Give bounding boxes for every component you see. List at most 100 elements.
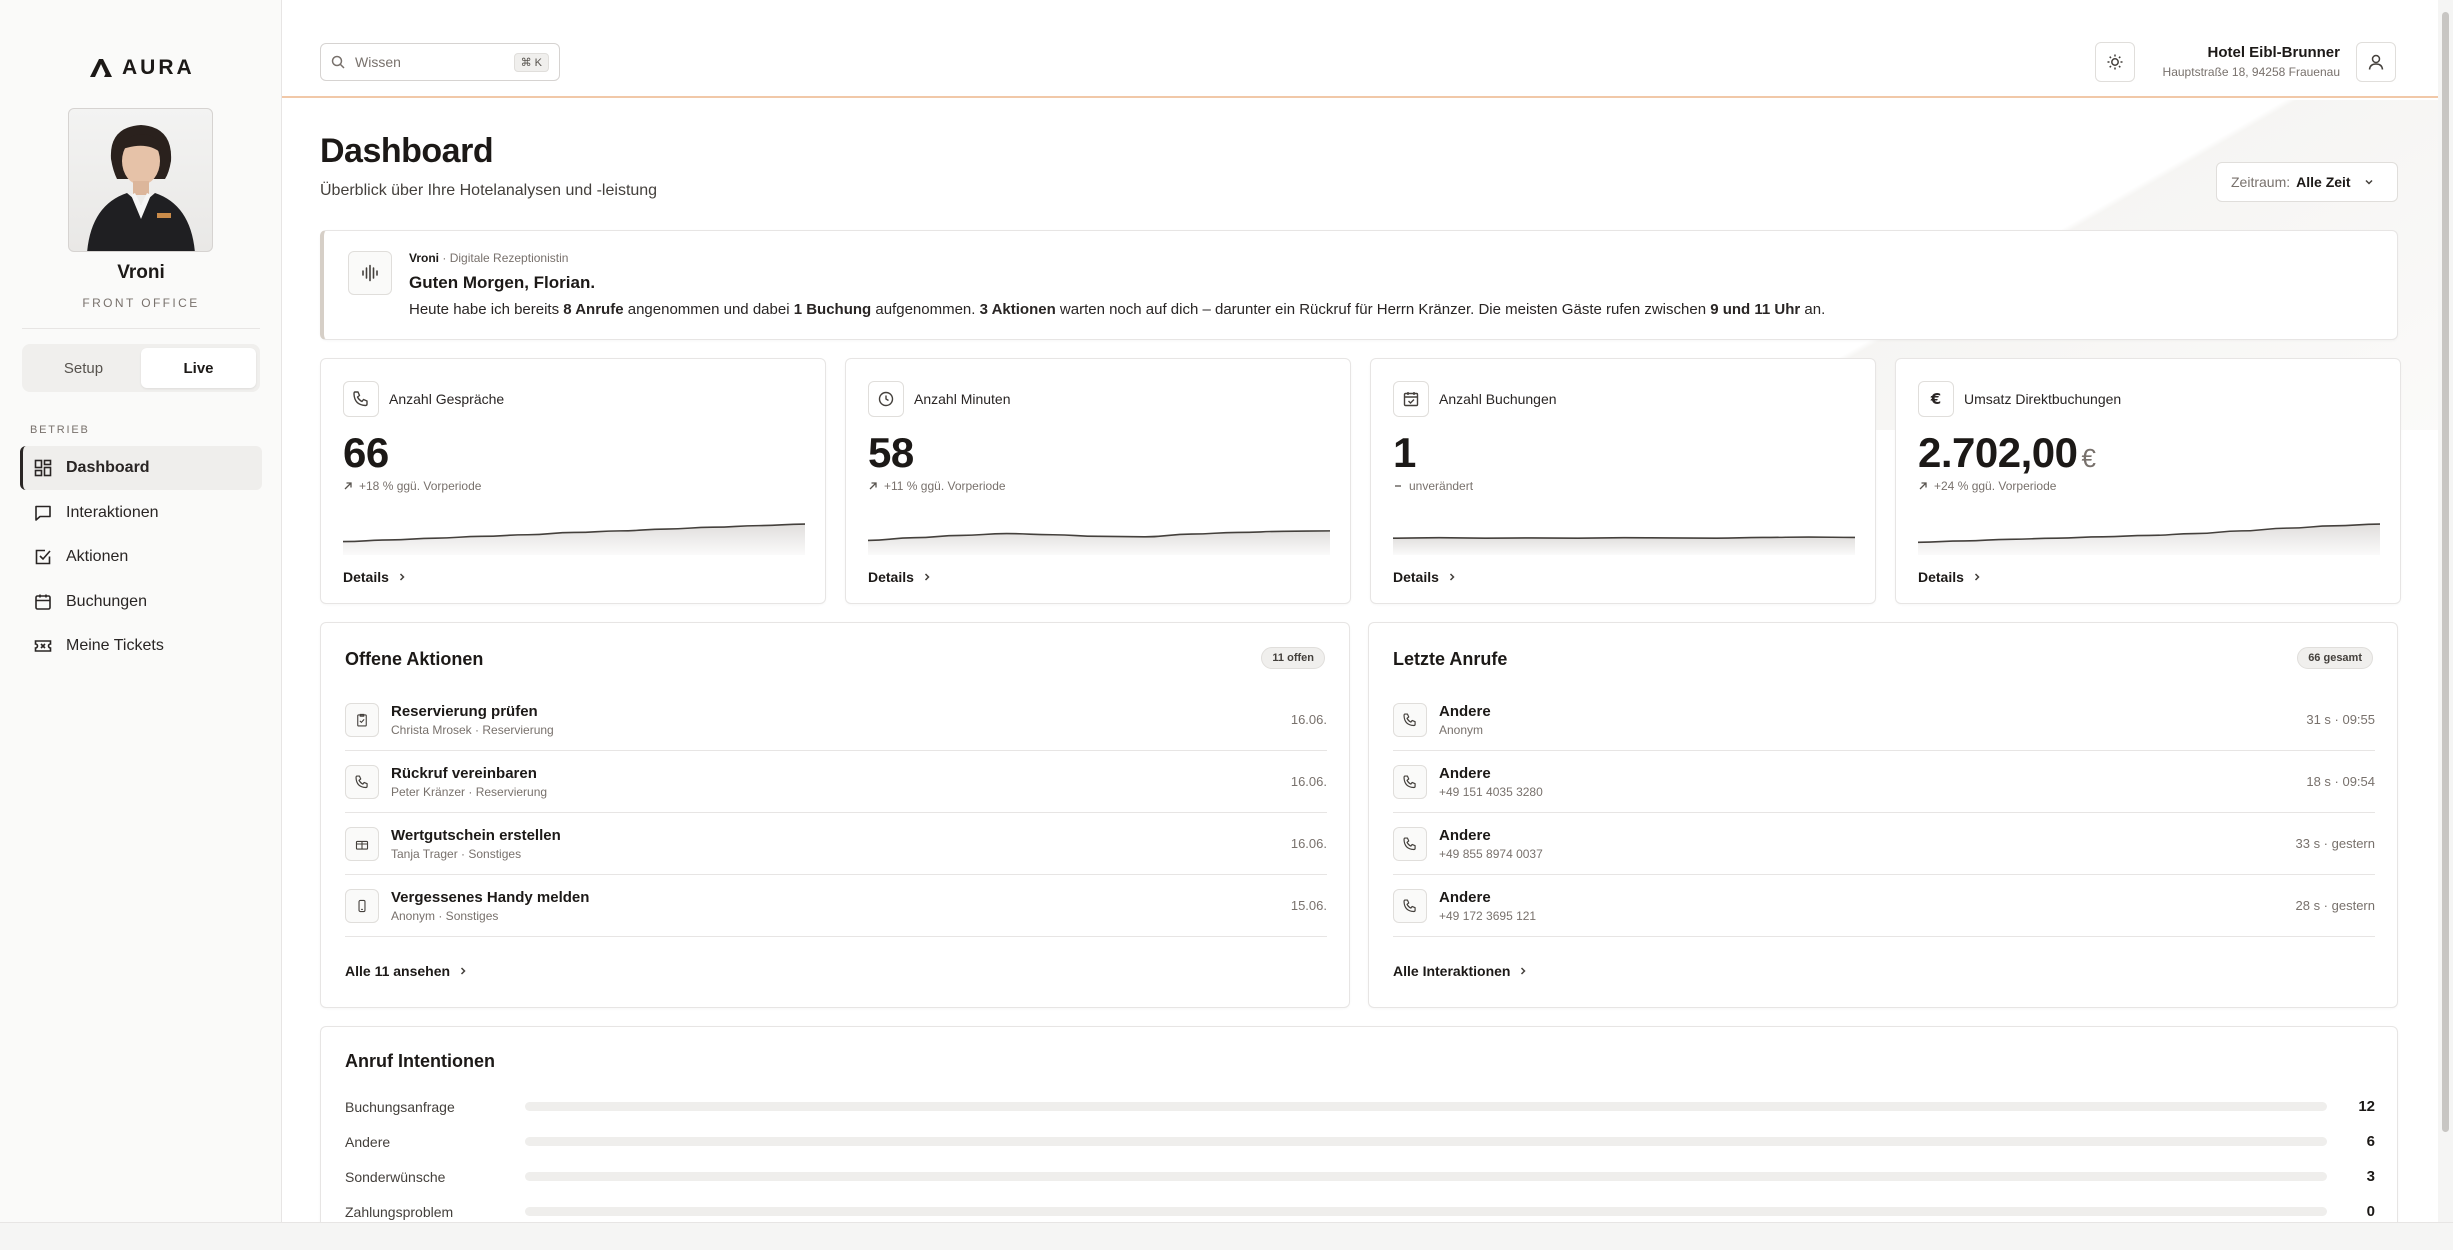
kpi-change: +24 % ggü. Vorperiode — [1918, 479, 2056, 493]
call-row[interactable]: Andere +49 172 3695 121 28 s · gestern — [1393, 875, 2375, 937]
row-meta: 18 s · 09:54 — [2306, 774, 2375, 789]
kpi-value: 1 — [1393, 429, 1416, 477]
calendar-check-icon — [1393, 381, 1429, 417]
sidebar-divider — [22, 328, 260, 329]
kpi-details-link[interactable]: Details — [868, 569, 932, 585]
row-subtitle: Christa Mrosek · Reservierung — [391, 722, 554, 737]
recent-calls-badge: 66 gesamt — [2297, 647, 2373, 669]
agent-avatar — [68, 108, 213, 252]
row-title: Reservierung prüfen — [391, 702, 538, 720]
open-actions-badge: 11 offen — [1261, 647, 1325, 669]
intent-label: Andere — [345, 1133, 391, 1150]
intent-bar-track — [525, 1102, 2327, 1111]
kpi-card: Anzahl Gespräche 66 +18 % ggü. Vorperiode D… — [320, 358, 826, 604]
call-row[interactable]: Andere +49 151 4035 3280 18 s · 09:54 — [1393, 751, 2375, 813]
mode-live-button[interactable]: Live — [141, 348, 256, 388]
sidebar-item-dashboard[interactable]: Dashboard — [20, 446, 262, 490]
user-menu-button[interactable] — [2356, 42, 2396, 82]
chevron-right-icon — [924, 573, 930, 581]
sidebar-nav: Dashboard Interaktionen Aktionen Buchung… — [20, 446, 262, 669]
search-input[interactable]: Wissen ⌘ K — [320, 43, 560, 81]
row-subtitle: Peter Kränzer · Reservierung — [391, 784, 548, 799]
kpi-details-link[interactable]: Details — [1918, 569, 1982, 585]
theme-toggle-button[interactable] — [2095, 42, 2135, 82]
kpi-change-text: unverändert — [1409, 479, 1474, 493]
time-range-label: Zeitraum: — [2231, 174, 2291, 190]
kpi-details-link[interactable]: Details — [343, 569, 407, 585]
row-meta: 31 s · 09:55 — [2306, 712, 2375, 727]
row-title: Rückruf vereinbaren — [391, 764, 537, 782]
gift-icon — [345, 826, 379, 861]
sidebar-item-label: Aktionen — [66, 548, 129, 565]
intent-label: Sonderwünsche — [345, 1168, 446, 1185]
chevron-right-icon — [1449, 573, 1455, 581]
kpi-value: 2.702,00 € — [1918, 429, 2096, 477]
intent-bar-track — [525, 1137, 2327, 1146]
sidebar-item-interaktionen[interactable]: Interaktionen — [20, 491, 262, 535]
action-row[interactable]: Wertgutschein erstellen Tanja Trager · So… — [345, 813, 1327, 875]
search-placeholder: Wissen — [355, 54, 401, 70]
mode-setup-button[interactable]: Setup — [26, 348, 141, 388]
row-text: Andere +49 855 8974 0037 — [1439, 827, 1543, 861]
sidebar-item-aktionen[interactable]: Aktionen — [20, 535, 262, 579]
kpi-sparkline — [1393, 536, 1855, 555]
sidebar-item-buchungen[interactable]: Buchungen — [20, 580, 262, 624]
call-intents-list: Buchungsanfrage 12 Andere 6 Sonderwünsche 3 Za… — [345, 1089, 2375, 1229]
sparkline-area — [868, 530, 1330, 555]
kpi-value: 58 — [868, 429, 914, 477]
hotel-info: Hotel Eibl-Brunner Hauptstraße 18, 94258… — [2163, 44, 2340, 79]
aura-logo[interactable]: AURA — [90, 56, 195, 80]
recent-calls-card: Letzte Anrufe 66 gesamt Andere Anonym 31 s… — [1368, 622, 2398, 1008]
intent-value: 0 — [2366, 1203, 2375, 1220]
time-range-select[interactable]: Zeitraum: Alle Zeit — [2216, 162, 2398, 202]
calendar-icon — [35, 594, 51, 610]
kpi-value-number: 58 — [868, 429, 914, 476]
row-meta: 28 s · gestern — [2295, 898, 2376, 913]
row-title: Andere — [1439, 826, 1491, 844]
action-row[interactable]: Rückruf vereinbaren Peter Kränzer · Reser… — [345, 751, 1327, 813]
row-meta: 16.06. — [1290, 836, 1327, 851]
kpi-currency: € — [2081, 443, 2096, 473]
view-all-interactions-link[interactable]: Alle Interaktionen — [1393, 963, 1528, 979]
call-row[interactable]: Andere Anonym 31 s · 09:55 — [1393, 689, 2375, 751]
welcome-highlight: 1 Buchung — [793, 301, 872, 318]
kpi-sparkline — [343, 523, 805, 555]
row-title: Andere — [1439, 888, 1491, 906]
row-title: Wertgutschein erstellen — [391, 826, 561, 844]
welcome-agent-role: Digitale Rezeptionistin — [449, 251, 569, 265]
open-actions-card: Offene Aktionen 11 offen Reservierung pr… — [320, 622, 1350, 1008]
page-scrollbar[interactable] — [2438, 0, 2453, 1222]
phone-icon — [345, 764, 379, 799]
welcome-text-part: Heute habe ich bereits — [409, 301, 564, 318]
row-text: Vergessenes Handy melden Anonym · Sonstig… — [391, 889, 589, 923]
row-text: Wertgutschein erstellen Tanja Trager · So… — [391, 827, 561, 861]
phone-icon — [343, 381, 379, 417]
clock-icon — [868, 381, 904, 417]
welcome-card: Vroni · Digitale Rezeptionistin Guten Mo… — [320, 230, 2398, 340]
row-meta: 15.06. — [1290, 898, 1327, 913]
intent-bar-track — [525, 1207, 2327, 1216]
row-text: Andere +49 151 4035 3280 — [1439, 765, 1543, 799]
phone-icon — [1393, 888, 1427, 923]
view-all-actions-link[interactable]: Alle 11 ansehen — [345, 963, 468, 979]
time-range-value: Alle Zeit — [2296, 174, 2351, 190]
call-row[interactable]: Andere +49 855 8974 0037 33 s · gestern — [1393, 813, 2375, 875]
kpi-card: Anzahl Minuten 58 +11 % ggü. Vorperiode Det… — [845, 358, 1351, 604]
kpi-card: Anzahl Buchungen 1 unverändert Details — [1370, 358, 1876, 604]
row-subtitle: Anonym · Sonstiges — [391, 908, 499, 923]
sidebar-item-meine-tickets[interactable]: Meine Tickets — [20, 624, 262, 668]
kpi-details-link[interactable]: Details — [1393, 569, 1457, 585]
action-row[interactable]: Vergessenes Handy melden Anonym · Sonstig… — [345, 875, 1327, 937]
welcome-text-part: an. — [1800, 301, 1826, 318]
sparkline-area — [1393, 537, 1855, 555]
view-all-actions-label: Alle 11 ansehen — [345, 963, 451, 979]
kpi-label: Umsatz Direktbuchungen — [1964, 391, 2122, 407]
scroll-thumb[interactable] — [2442, 12, 2449, 1132]
welcome-text-part: aufgenommen. — [871, 301, 980, 318]
action-row[interactable]: Reservierung prüfen Christa Mrosek · Rese… — [345, 689, 1327, 751]
welcome-separator: · — [439, 251, 450, 265]
row-subtitle: Tanja Trager · Sonstiges — [391, 846, 522, 861]
chevron-down-icon — [2365, 179, 2373, 185]
top-header: Wissen ⌘ K Hotel Eibl-Brunner Hauptstraß… — [282, 0, 2438, 98]
welcome-highlight: 8 Anrufe — [563, 301, 624, 318]
